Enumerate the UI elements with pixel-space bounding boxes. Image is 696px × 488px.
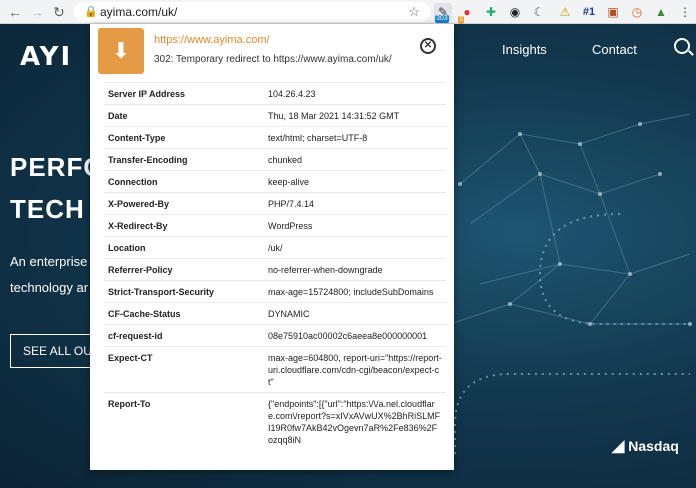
header-key: X-Redirect-By: [104, 214, 264, 237]
header-row: X-Powered-By PHP/7.4.14: [104, 192, 446, 215]
header-key: Referrer-Policy: [104, 258, 264, 281]
header-row: Report-To {"endpoints":[{"url":"https:\/\…: [104, 392, 446, 450]
header-value: /uk/: [264, 236, 446, 259]
header-row: Server IP Address 104.26.4.23: [104, 82, 446, 105]
destination-url[interactable]: https://www.ayima.com/: [154, 34, 270, 46]
eye-extension-icon[interactable]: ◉: [506, 3, 524, 21]
header-value: max-age=604800, report-uri="https://repo…: [264, 346, 446, 393]
site-logo[interactable]: AYI: [20, 42, 72, 72]
header-value: PHP/7.4.14: [264, 192, 446, 215]
header-row: Referrer-Policy no-referrer-when-downgrad…: [104, 258, 446, 281]
header-key: X-Powered-By: [104, 192, 264, 215]
header-row: CF-Cache-Status DYNAMIC: [104, 302, 446, 325]
android-extension-icon[interactable]: ▲: [652, 3, 670, 21]
header-row: cf-request-id 08e75910ac00002c6aeea8e0000…: [104, 324, 446, 347]
nav-insights[interactable]: Insights: [502, 42, 547, 57]
header-value: 08e75910ac00002c6aeea8e000000001: [264, 324, 446, 347]
header-key: Location: [104, 236, 264, 259]
site-search-icon[interactable]: [674, 38, 690, 54]
nasdaq-label: Nasdaq: [628, 438, 679, 454]
header-key: Date: [104, 104, 264, 127]
header-value: Thu, 18 Mar 2021 14:31:52 GMT: [264, 104, 446, 127]
header-row: Date Thu, 18 Mar 2021 14:31:52 GMT: [104, 104, 446, 127]
header-key: Server IP Address: [104, 82, 264, 105]
header-key: cf-request-id: [104, 324, 264, 347]
address-url[interactable]: ayima.com/uk/: [100, 5, 177, 19]
nasdaq-logo: ◢ Nasdaq: [612, 438, 679, 455]
header-value: chunked: [264, 148, 446, 171]
header-row: X-Redirect-By WordPress: [104, 214, 446, 237]
header-key: Strict-Transport-Security: [104, 280, 264, 303]
reload-icon[interactable]: ↻: [50, 3, 68, 21]
address-bar[interactable]: 🔒 ayima.com/uk/ ☆: [74, 2, 430, 22]
header-row: Location/uk/: [104, 236, 446, 259]
hero-sub-line-2: technology ar: [10, 280, 89, 295]
redirect-path-extension-icon[interactable]: ✎ 303: [434, 3, 452, 23]
close-icon[interactable]: ✕: [420, 38, 436, 54]
header-value: WordPress: [264, 214, 446, 237]
headers-table: Server IP Address 104.26.4.23 Date Thu, 18 …: [104, 82, 446, 450]
hero-line-2: TECH: [10, 194, 85, 224]
bookmark-star-icon[interactable]: ☆: [408, 4, 420, 20]
header-key: Connection: [104, 170, 264, 193]
back-icon[interactable]: ←: [6, 3, 24, 21]
header-key: CF-Cache-Status: [104, 302, 264, 325]
extension-badge: 1: [458, 16, 464, 24]
redirect-badge: 303: [435, 15, 449, 23]
header-value: keep-alive: [264, 170, 446, 193]
rank-extension-icon[interactable]: #1: [580, 3, 598, 21]
header-row: Connection keep-alive: [104, 170, 446, 193]
header-row: Strict-Transport-Security max-age=1572480…: [104, 280, 446, 303]
header-value: no-referrer-when-downgrade: [264, 258, 446, 281]
header-key: Expect-CT: [104, 346, 264, 393]
extension-red-icon[interactable]: ● 1: [458, 3, 476, 24]
header-row: Expect-CT max-age=604800, report-uri="htt…: [104, 346, 446, 393]
nav-contact[interactable]: Contact: [592, 42, 637, 57]
browser-toolbar: ← → ↻ 🔒 ayima.com/uk/ ☆ ✎ 303 ● 1 ✚ ◉ ☾ …: [0, 0, 696, 24]
header-key: Report-To: [104, 392, 264, 450]
redirect-arrow-icon: ⬇: [98, 28, 144, 74]
extension-plus-icon[interactable]: ✚: [482, 3, 500, 21]
film-extension-icon[interactable]: ▣: [604, 3, 622, 21]
warning-extension-icon[interactable]: ⚠: [556, 3, 574, 21]
header-key: Content-Type: [104, 126, 264, 149]
header-value: max-age=15724800; includeSubDomains: [264, 280, 446, 303]
forward-icon[interactable]: →: [28, 3, 46, 21]
header-row: Content-Type text/html; charset=UTF-8: [104, 126, 446, 149]
header-value: {"endpoints":[{"url":"https:\/\/a.nel.cl…: [264, 392, 446, 450]
header-value: text/html; charset=UTF-8: [264, 126, 446, 149]
redirect-popup: ⬇ https://www.ayima.com/ 302: Temporary …: [90, 24, 454, 470]
hero-sub-line-1: An enterprise: [10, 254, 88, 269]
lock-icon: 🔒: [84, 6, 98, 18]
header-row: Transfer-Encoding chunked: [104, 148, 446, 171]
header-value: DYNAMIC: [264, 302, 446, 325]
clock-extension-icon[interactable]: ◷: [628, 3, 646, 21]
menu-extension-icon[interactable]: ⋮: [676, 3, 694, 21]
redirect-status: 302: Temporary redirect to https://www.a…: [154, 54, 392, 65]
moon-extension-icon[interactable]: ☾: [530, 3, 548, 21]
header-value: 104.26.4.23: [264, 82, 446, 105]
header-key: Transfer-Encoding: [104, 148, 264, 171]
